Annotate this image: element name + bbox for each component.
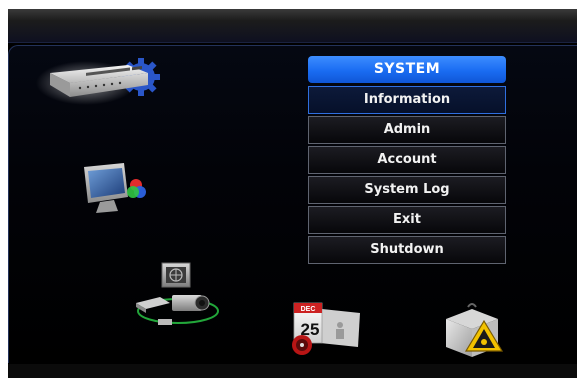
menu-item-system-log[interactable]: System Log bbox=[308, 176, 506, 204]
bottom-bar bbox=[8, 364, 577, 378]
window-frame: DEC 25 SYSTEM Information Admin Account … bbox=[0, 0, 577, 378]
dvr-settings-icon[interactable] bbox=[36, 55, 166, 107]
menu-item-information[interactable]: Information bbox=[308, 86, 506, 114]
calendar-schedule-icon[interactable]: DEC 25 bbox=[288, 299, 368, 359]
calendar-month-text: DEC bbox=[301, 306, 316, 313]
camera-network-icon[interactable] bbox=[126, 261, 221, 331]
menu-item-shutdown[interactable]: Shutdown bbox=[308, 236, 506, 264]
alarm-warning-icon[interactable] bbox=[438, 299, 508, 361]
menu-title: SYSTEM bbox=[308, 56, 506, 83]
menu-item-admin[interactable]: Admin bbox=[308, 116, 506, 144]
dvr-screen: DEC 25 SYSTEM Information Admin Account … bbox=[8, 9, 577, 378]
top-bar bbox=[8, 9, 577, 43]
menu-item-account[interactable]: Account bbox=[308, 146, 506, 174]
display-color-icon[interactable] bbox=[78, 161, 148, 219]
menu-item-exit[interactable]: Exit bbox=[308, 206, 506, 234]
